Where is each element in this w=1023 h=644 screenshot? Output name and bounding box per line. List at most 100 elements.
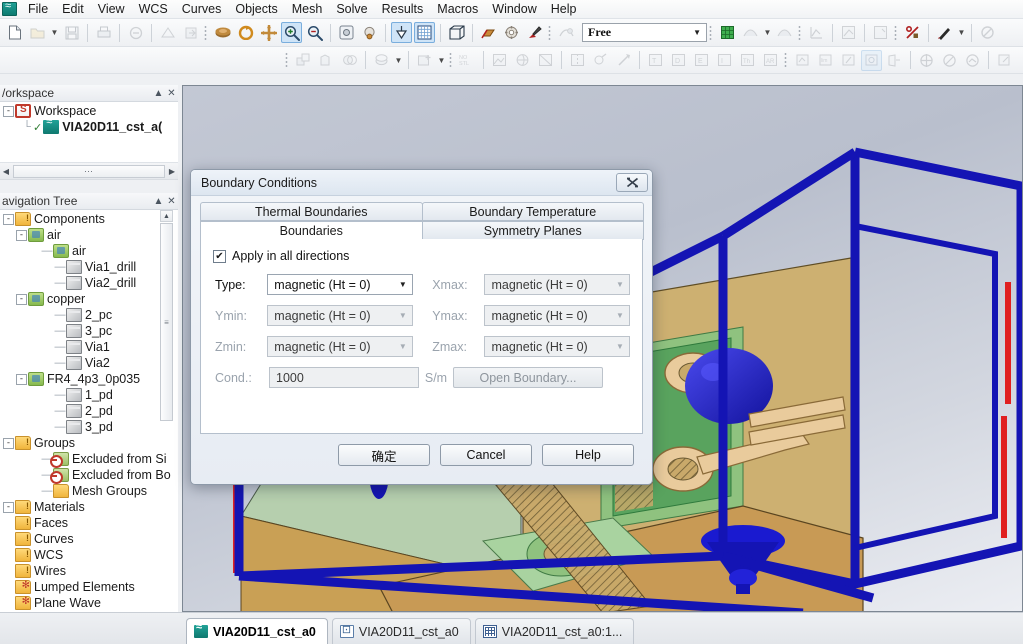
curve-edit-icon[interactable] [838, 22, 859, 43]
workspace-close-icon[interactable]: ✕ [165, 88, 178, 99]
tree-item-materials[interactable]: -Materials [1, 499, 178, 515]
save-icon[interactable] [61, 22, 82, 43]
tree-item-3-pc[interactable]: —3_pc [1, 323, 178, 339]
tree-item-air[interactable]: —air [1, 243, 178, 259]
solver-setup-icon[interactable] [861, 50, 882, 71]
boundary-conditions-icon[interactable] [535, 50, 556, 71]
tree-item-air[interactable]: -air [1, 227, 178, 243]
tree-item-mesh-groups[interactable]: —Mesh Groups [1, 483, 178, 499]
farfield-3-icon[interactable] [962, 50, 983, 71]
cut-plane-icon[interactable] [478, 22, 499, 43]
vscroll-up-arrow[interactable]: ▲ [160, 210, 173, 222]
pan-icon[interactable] [258, 22, 279, 43]
print-icon[interactable] [93, 22, 114, 43]
solver-run-icon[interactable] [884, 50, 905, 71]
toolbar2-grip[interactable] [284, 51, 289, 69]
reset-view-icon[interactable] [359, 22, 380, 43]
toolbar-grip[interactable] [203, 24, 208, 42]
port-icon[interactable] [590, 50, 611, 71]
tree-item-wires[interactable]: Wires [1, 563, 178, 579]
shape-dropdown-caret[interactable]: ▼ [393, 50, 404, 71]
picking-mode-combo[interactable]: Free ▼ [582, 23, 707, 42]
voltage-monitor-icon[interactable]: lim [815, 50, 836, 71]
workspace-hscrollbar[interactable]: ◀ ⋯ ▶ [0, 163, 178, 180]
xmax-combo[interactable]: magnetic (Ht = 0) ▼ [484, 274, 630, 295]
monitor-energy-icon[interactable]: E [691, 50, 712, 71]
mesh-view-icon[interactable] [717, 22, 738, 43]
workspace-project-row[interactable]: └ ✓ VIA20D11_cst_a( [1, 119, 178, 135]
pick-dropdown-caret[interactable]: ▼ [956, 22, 967, 43]
mesh-dropdown-caret[interactable]: ▼ [762, 22, 773, 43]
cond-input[interactable]: 1000 [269, 367, 419, 388]
menu-macros[interactable]: Macros [430, 0, 485, 18]
tree-expander[interactable]: - [3, 502, 14, 513]
zoom-in-icon[interactable] [281, 22, 302, 43]
fit-view-icon[interactable] [336, 22, 357, 43]
wireframe-icon[interactable] [501, 22, 522, 43]
global-properties-icon[interactable] [512, 50, 533, 71]
tab-thermal-boundaries[interactable]: Thermal Boundaries [200, 202, 423, 221]
tree-item-2-pd[interactable]: —2_pd [1, 403, 178, 419]
toolbar2-grip-2[interactable] [448, 51, 453, 69]
boolean-icon[interactable] [339, 50, 360, 71]
tree-item-2-pc[interactable]: —2_pc [1, 307, 178, 323]
export-icon[interactable] [994, 50, 1015, 71]
monitor-temp-icon[interactable]: Th [737, 50, 758, 71]
workspace-root-row[interactable]: - Workspace [1, 103, 178, 119]
tree-expander[interactable]: - [16, 374, 27, 385]
probe-icon[interactable] [792, 50, 813, 71]
view-tab-schematic[interactable]: VIA20D11_cst_a0 [332, 618, 471, 644]
tree-item-3-pd[interactable]: —3_pd [1, 419, 178, 435]
help-button[interactable]: Help [542, 444, 634, 466]
navigation-vscrollbar[interactable]: ▲ ≡ [160, 210, 173, 612]
hscroll-right-arrow[interactable]: ▶ [166, 167, 178, 176]
material-pick-icon[interactable] [524, 22, 545, 43]
rotate-view-x-icon[interactable] [235, 22, 256, 43]
ok-button[interactable]: 确定 [338, 444, 430, 466]
pick-percent-icon[interactable] [902, 22, 923, 43]
monitor-h-icon[interactable]: D [668, 50, 689, 71]
menu-window[interactable]: Window [485, 0, 543, 18]
clear-picks-icon[interactable] [977, 22, 998, 43]
curve-tool-icon[interactable] [806, 22, 827, 43]
zmax-combo[interactable]: magnetic (Ht = 0) ▼ [484, 336, 630, 357]
undo-icon[interactable] [125, 22, 146, 43]
tree-item-lumped-elements[interactable]: Lumped Elements [1, 579, 178, 595]
workspace-collapse-icon[interactable]: ▲ [152, 88, 165, 99]
redo-icon[interactable] [157, 22, 178, 43]
menu-edit[interactable]: Edit [55, 0, 91, 18]
mesh-view-2-icon[interactable] [740, 22, 761, 43]
tree-item-copper[interactable]: -copper [1, 291, 178, 307]
tree-item-1-pd[interactable]: —1_pd [1, 387, 178, 403]
toolbar2-grip-3[interactable] [783, 51, 788, 69]
toolbar-grip-4[interactable] [797, 24, 802, 42]
menu-wcs[interactable]: WCS [132, 0, 175, 18]
navigation-close-icon[interactable]: ✕ [165, 196, 178, 207]
tree-item-excluded-from-bo[interactable]: —Excluded from Bo [1, 467, 178, 483]
tree-item-plane-wave[interactable]: Plane Wave [1, 595, 178, 611]
tree-expander[interactable]: - [3, 214, 14, 225]
view-tab-3d[interactable]: VIA20D11_cst_a0 [186, 618, 328, 644]
tab-symmetry-planes[interactable]: Symmetry Planes [422, 221, 645, 240]
mesh-view-3-icon[interactable] [774, 22, 795, 43]
close-icon[interactable] [616, 173, 648, 192]
tab-boundaries[interactable]: Boundaries [200, 221, 423, 240]
view-tab-table[interactable]: VIA20D11_cst_a0:1... [475, 618, 635, 644]
tree-item-excluded-from-si[interactable]: —Excluded from Si [1, 451, 178, 467]
working-plane-icon[interactable] [391, 22, 412, 43]
menu-mesh[interactable]: Mesh [285, 0, 330, 18]
tree-item-via2-drill[interactable]: —Via2_drill [1, 275, 178, 291]
tree-item-via1-drill[interactable]: —Via1_drill [1, 259, 178, 275]
pick-point-icon[interactable] [934, 22, 955, 43]
farfield-2-icon[interactable] [939, 50, 960, 71]
snap-grid-icon[interactable] [414, 22, 435, 43]
monitor-sar-icon[interactable]: AR [760, 50, 781, 71]
add-shape-dropdown-caret[interactable]: ▼ [436, 50, 447, 71]
align-icon[interactable] [293, 50, 314, 71]
zmin-combo[interactable]: magnetic (Ht = 0) ▼ [267, 336, 413, 357]
toolbar-grip-3[interactable] [708, 24, 713, 42]
farfield-icon[interactable] [916, 50, 937, 71]
open-boundary-button[interactable]: Open Boundary... [453, 367, 603, 388]
menu-results[interactable]: Results [375, 0, 431, 18]
ymax-combo[interactable]: magnetic (Ht = 0) ▼ [484, 305, 630, 326]
